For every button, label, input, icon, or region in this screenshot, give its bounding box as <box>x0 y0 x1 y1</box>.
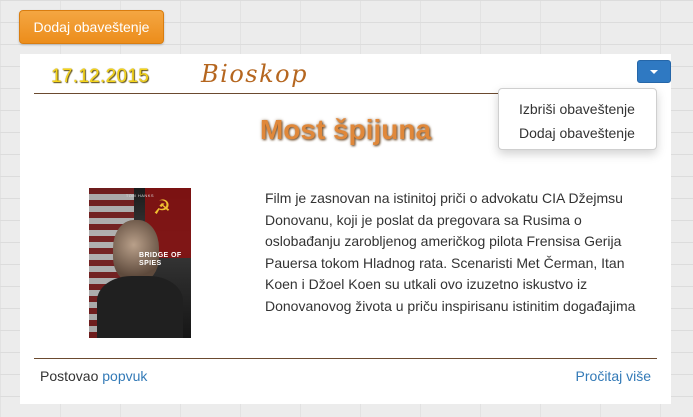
posted-by: Postovao popvuk <box>40 368 147 384</box>
delete-notice-menu-item[interactable]: Izbriši obaveštenje <box>499 97 656 121</box>
posted-by-label: Postovao <box>40 368 103 384</box>
add-notice-menu-item[interactable]: Dodaj obaveštenje <box>499 121 656 145</box>
poster-portrait <box>113 220 159 282</box>
poster-title: BRIDGE OF SPIES <box>139 252 182 267</box>
notice-description: Film je zasnovan na istinitoj priči o ad… <box>265 190 636 314</box>
caret-down-icon <box>650 69 658 74</box>
movie-poster-image: ☭ TOM HANKS BRIDGE OF SPIES <box>89 188 191 338</box>
options-dropdown-toggle[interactable] <box>637 60 671 83</box>
hammer-sickle-icon: ☭ <box>153 197 171 219</box>
notice-date: 17.12.2015 <box>51 66 150 87</box>
notice-footer: Postovao popvuk Pročitaj više <box>34 358 657 394</box>
add-notice-button[interactable]: Dodaj obaveštenje <box>19 10 164 44</box>
poster-credit: TOM HANKS <box>125 193 155 198</box>
read-more-link[interactable]: Pročitaj više <box>576 368 651 384</box>
author-link[interactable]: popvuk <box>102 368 147 384</box>
notice-card: 17.12.2015 Bioskop Izbriši obaveštenje D… <box>20 54 671 404</box>
notice-category: Bioskop <box>201 60 308 88</box>
poster-coat <box>97 276 183 338</box>
options-dropdown-menu: Izbriši obaveštenje Dodaj obaveštenje <box>498 88 657 150</box>
